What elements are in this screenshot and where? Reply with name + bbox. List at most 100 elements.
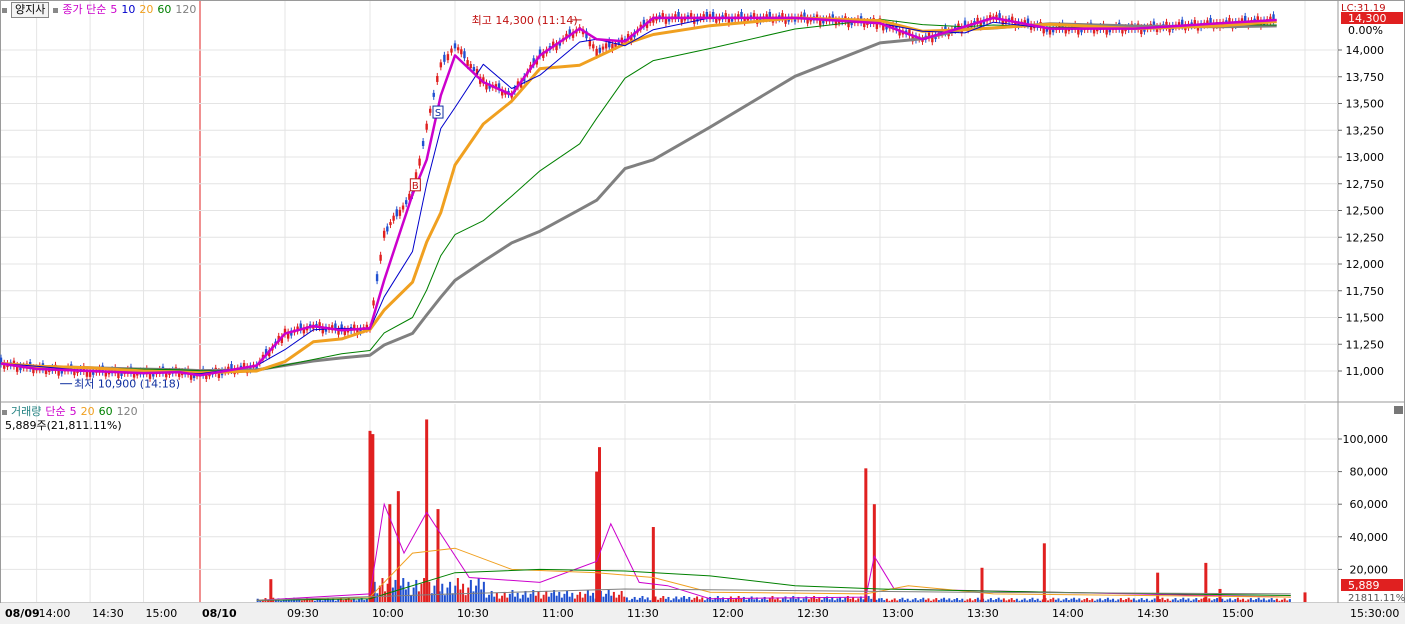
volume-bar [932,599,935,602]
ma-label[interactable]: 종가 단순 [62,3,106,16]
volume-bar [646,597,649,602]
candle-body [429,108,432,113]
volume-bar [1062,599,1065,602]
chart-canvas[interactable]: 14,000 13,750 13,500 13,250 13,000 12,750 12,5… [0,0,1405,624]
volume-bar [659,597,662,602]
time-axis-label: 15:00 [146,607,178,620]
time-axis-label: 11:00 [542,607,574,620]
volume-bar [560,597,563,602]
volume-bar [1192,599,1195,602]
ma-period-120[interactable]: 120 [175,3,196,16]
volume-bar [644,599,647,602]
candle-body [414,172,418,179]
volume-bar [534,595,537,602]
volume-bar [844,597,847,602]
ma-period-60[interactable]: 60 [157,3,171,16]
volume-bar [524,590,527,602]
chart-window: 14,000 13,750 13,500 13,250 13,000 12,750 12,5… [0,0,1405,624]
volume-bar [1148,600,1151,602]
price-tick-label: 12,500 [1346,205,1385,218]
symbol-name[interactable]: 양지사 [11,2,50,18]
volume-ma-period-5[interactable]: 5 [70,405,77,418]
volume-bar [498,598,501,602]
volume-bar [745,599,748,602]
candle-body [392,215,395,221]
volume-ma-period-60[interactable]: 60 [99,405,113,418]
volume-ma-label[interactable]: 단순 [45,405,65,418]
volume-bar [976,597,979,602]
volume-bar [1000,599,1003,602]
ma-period-5[interactable]: 5 [110,3,117,16]
volume-bar [1210,600,1213,602]
candle-body [395,209,398,217]
volume-bar [1200,598,1203,602]
volume-bar [1096,599,1099,602]
volume-bar [1221,598,1224,602]
volume-bar [516,592,519,602]
volume-bar [1088,600,1091,602]
volume-bar [862,599,865,602]
volume-bar [592,592,595,602]
volume-bar [948,598,951,602]
volume-bar [1073,597,1076,602]
volume-bar [1268,599,1271,602]
volume-bar [451,593,454,602]
volume-bar [758,600,761,602]
volume-bar [971,600,974,602]
volume-bar [407,581,410,602]
volume-bar [519,598,522,602]
volume-bar [711,599,714,602]
candle-body [604,43,608,49]
volume-ma-period-120[interactable]: 120 [117,405,138,418]
volume-bar [1145,598,1148,602]
candle-body [460,49,463,55]
volume-bar [410,595,413,602]
volume-bar [467,587,470,602]
volume-bar [1101,600,1104,602]
volume-bar [698,599,701,602]
volume-bar [992,600,995,602]
volume-ma-period-20[interactable]: 20 [81,405,95,418]
candle-body [443,54,446,62]
volume-bar [459,589,462,602]
volume-bar [605,593,608,602]
ma-period-20[interactable]: 20 [139,3,153,16]
volume-bar [657,599,660,602]
volume-bar [495,592,498,602]
volume-bar [893,598,896,602]
volume-bar [618,594,621,602]
volume-bar [563,593,566,602]
volume-bar [958,600,961,602]
candle-body [469,64,472,69]
volume-bar [628,600,631,602]
volume-bar [1247,599,1250,602]
candle-body [456,47,460,51]
volume-bar [911,599,914,602]
volume-bar [675,596,678,602]
volume-bar [420,583,423,602]
volume-bar [904,600,907,602]
candle-body [398,209,402,216]
volume-bar [1067,600,1070,602]
volume-bar [464,595,467,602]
volume-bar [480,589,483,602]
volume-bar [779,600,782,602]
volume-bar [1244,600,1247,602]
volume-bar [1049,599,1052,602]
volume-title[interactable]: 거래량 [11,405,41,418]
volume-bar [415,579,418,602]
panel-close-icon [1394,406,1403,414]
volume-bar [802,598,805,602]
volume-bar [966,599,969,602]
candle-body [425,123,428,130]
volume-bar [719,598,722,602]
volume-bar [1008,599,1011,602]
volume-bar [1234,599,1237,602]
candle-body [446,54,450,61]
volume-bar [631,598,634,602]
ma-period-10[interactable]: 10 [121,3,135,16]
volume-bar [555,595,558,602]
volume-bar [381,578,384,602]
candle-body [598,47,602,53]
volume-bar [766,599,769,602]
